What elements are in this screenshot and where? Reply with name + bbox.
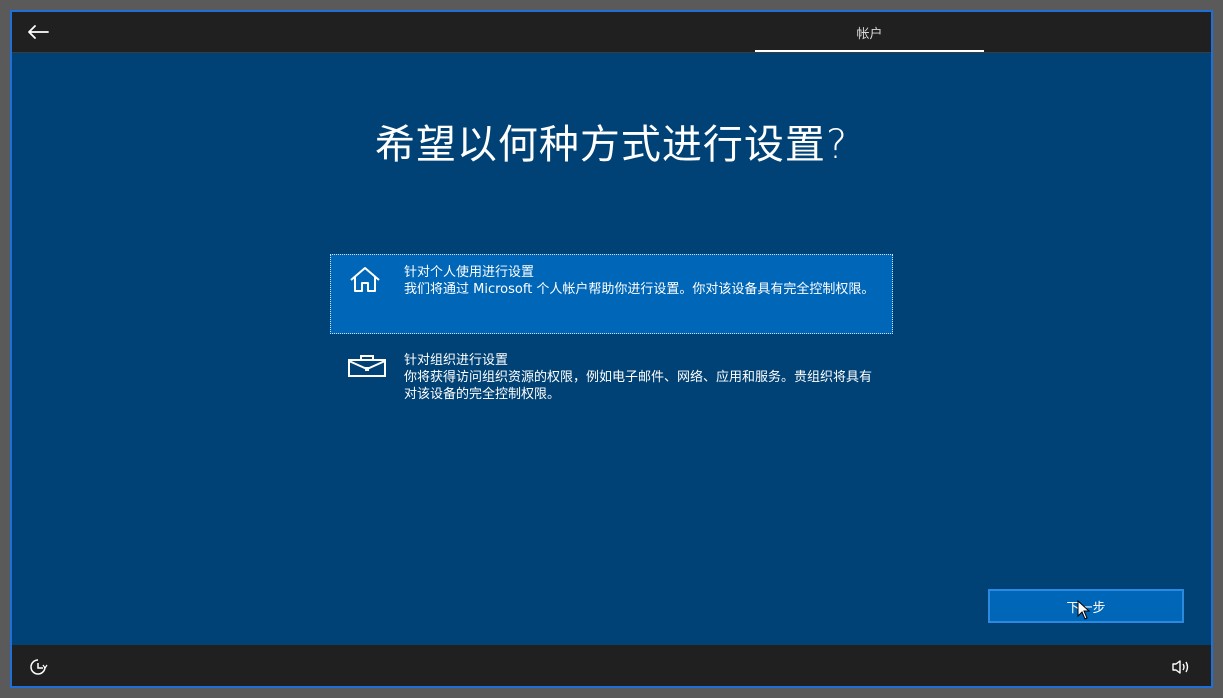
bottom-bar: [12, 645, 1211, 686]
back-button[interactable]: [22, 20, 54, 44]
volume-button[interactable]: [1171, 657, 1191, 677]
option-personal-title: 针对个人使用进行设置: [404, 265, 535, 280]
mouse-cursor-icon: [1077, 600, 1091, 620]
tab-account: 帐户: [755, 12, 984, 52]
option-personal-desc: 我们将通过 Microsoft 个人帐户帮助你进行设置。你对该设备具有完全控制权…: [404, 282, 875, 297]
option-organization[interactable]: 针对组织进行设置 你将获得访问组织资源的权限，例如电子邮件、网络、应用和服务。贵…: [330, 342, 893, 415]
oobe-window: 帐户 希望以何种方式进行设置? 针对个人使用进行设置 我们将通过 Microso…: [10, 10, 1213, 688]
briefcase-icon: [348, 355, 386, 377]
option-personal-use[interactable]: 针对个人使用进行设置 我们将通过 Microsoft 个人帐户帮助你进行设置。你…: [330, 254, 893, 334]
volume-icon: [1172, 660, 1189, 674]
back-arrow-icon: [28, 25, 49, 39]
tab-active-indicator: [755, 50, 984, 52]
option-organization-title: 针对组织进行设置: [404, 353, 509, 368]
home-icon: [350, 267, 380, 292]
tab-account-label: 帐户: [856, 26, 883, 42]
page-title: 希望以何种方式进行设置?: [374, 122, 849, 168]
ease-of-access-button[interactable]: [28, 657, 48, 677]
option-organization-desc: 你将获得访问组织资源的权限，例如电子邮件、网络、应用和服务。贵组织将具有对该设备…: [404, 370, 873, 402]
ease-of-access-icon: [30, 659, 48, 675]
top-bar: 帐户: [12, 12, 1211, 53]
